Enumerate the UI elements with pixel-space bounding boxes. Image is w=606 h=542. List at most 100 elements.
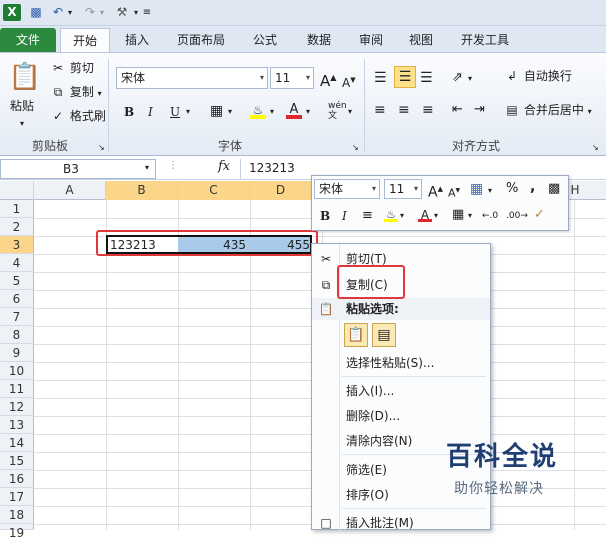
align-middle-icon[interactable]: ☰: [394, 66, 416, 88]
mini-number-dropdown-icon[interactable]: ▾: [488, 182, 492, 200]
customize-qat-icon[interactable]: ≡: [142, 4, 152, 21]
tab-home[interactable]: 开始: [60, 28, 110, 52]
row-header[interactable]: 19: [0, 524, 34, 540]
menu-item-insert-comment[interactable]: □ 插入批注(M): [312, 512, 490, 534]
font-color-dropdown-icon[interactable]: ▾: [306, 103, 310, 121]
underline-button[interactable]: U: [170, 103, 180, 121]
row-header[interactable]: 17: [0, 488, 34, 506]
clipboard-launcher-icon[interactable]: ↘: [98, 139, 105, 157]
undo-dropdown-icon[interactable]: ▾: [66, 4, 74, 21]
underline-dropdown-icon[interactable]: ▾: [186, 103, 190, 121]
paste-icon[interactable]: 📋: [8, 57, 42, 97]
mini-decrease-decimal-icon[interactable]: .00→: [506, 207, 528, 225]
mini-center-icon[interactable]: ≡: [362, 207, 373, 225]
splitter-icon[interactable]: ⋮: [168, 160, 178, 178]
mini-font-color-button[interactable]: A: [418, 206, 432, 222]
phonetic-icon[interactable]: wén 文: [328, 101, 347, 121]
mini-increase-decimal-icon[interactable]: ←.0: [482, 207, 498, 225]
menu-item-delete[interactable]: 删除(D)...: [312, 405, 490, 427]
column-header-d[interactable]: D: [250, 181, 312, 200]
orientation-icon[interactable]: ⇗: [452, 69, 463, 87]
undo-icon[interactable]: ↶: [50, 4, 66, 21]
copy-button[interactable]: ⧉ 复制 ▾: [50, 83, 102, 103]
row-header[interactable]: 10: [0, 362, 34, 380]
tool-dropdown-icon[interactable]: ▾: [132, 4, 140, 21]
row-header[interactable]: 2: [0, 218, 34, 236]
mini-format-table-icon[interactable]: ▩: [548, 180, 560, 198]
row-header[interactable]: 3: [0, 236, 34, 254]
font-size-combo[interactable]: 11 ▾: [270, 67, 314, 89]
row-header[interactable]: 18: [0, 506, 34, 524]
tab-insert[interactable]: 插入: [114, 28, 160, 52]
tab-page-layout[interactable]: 页面布局: [168, 28, 234, 52]
mini-borders-dropdown-icon[interactable]: ▾: [468, 207, 472, 225]
paste-option-icon[interactable]: 📋: [344, 323, 368, 347]
font-launcher-icon[interactable]: ↘: [352, 139, 359, 157]
row-header[interactable]: 6: [0, 290, 34, 308]
mini-fill-dropdown-icon[interactable]: ▾: [400, 207, 404, 225]
mini-format-painter-icon[interactable]: ✓: [534, 206, 545, 224]
tab-formulas[interactable]: 公式: [242, 28, 288, 52]
font-color-button[interactable]: A: [286, 101, 302, 119]
font-name-combo[interactable]: 宋体 ▾: [116, 67, 268, 89]
tab-view[interactable]: 视图: [398, 28, 444, 52]
excel-icon[interactable]: X: [3, 4, 21, 21]
tab-review[interactable]: 审阅: [348, 28, 394, 52]
align-top-icon[interactable]: ☰: [374, 69, 387, 87]
mini-percent-button[interactable]: %: [506, 180, 518, 198]
decrease-indent-icon[interactable]: ⇤: [452, 101, 463, 119]
format-painter-button[interactable]: ✓ 格式刷: [50, 107, 106, 125]
name-box[interactable]: B3 ▾: [0, 159, 156, 179]
italic-button[interactable]: I: [148, 103, 153, 121]
merge-center-button[interactable]: ▤ 合并后居中 ▾: [504, 101, 591, 121]
save-icon[interactable]: ▩: [28, 4, 44, 21]
tab-developer[interactable]: 开发工具: [452, 28, 518, 52]
paste-button[interactable]: 粘贴: [10, 97, 34, 115]
row-header[interactable]: 7: [0, 308, 34, 326]
insert-function-button[interactable]: fx: [218, 159, 230, 174]
grow-font-button[interactable]: A▲: [320, 69, 336, 90]
cut-button[interactable]: ✂ 剪切: [50, 59, 94, 77]
alignment-launcher-icon[interactable]: ↘: [592, 139, 599, 157]
column-header-b[interactable]: B: [106, 181, 178, 200]
phonetic-dropdown-icon[interactable]: ▾: [348, 103, 352, 121]
mini-comma-button[interactable]: ,: [530, 178, 535, 196]
row-header[interactable]: 13: [0, 416, 34, 434]
align-bottom-icon[interactable]: ☰: [420, 69, 433, 87]
align-center-icon[interactable]: ≡: [398, 101, 410, 119]
mini-bold-button[interactable]: B: [320, 207, 330, 225]
fill-dropdown-icon[interactable]: ▾: [270, 103, 274, 121]
row-header[interactable]: 14: [0, 434, 34, 452]
tab-file[interactable]: 文件: [0, 28, 56, 52]
row-header[interactable]: 11: [0, 380, 34, 398]
wrap-text-button[interactable]: ↲ 自动换行: [504, 67, 572, 85]
borders-icon[interactable]: ▦: [210, 102, 223, 120]
mini-font-color-dropdown-icon[interactable]: ▾: [434, 207, 438, 225]
orientation-dropdown-icon[interactable]: ▾: [468, 70, 472, 88]
menu-item-paste-special[interactable]: 选择性粘贴(S)...: [312, 352, 490, 374]
tool-icon[interactable]: ⚒: [114, 4, 130, 21]
mini-italic-button[interactable]: I: [342, 207, 347, 225]
row-header[interactable]: 15: [0, 452, 34, 470]
borders-dropdown-icon[interactable]: ▾: [228, 103, 232, 121]
bold-button[interactable]: B: [124, 103, 134, 121]
align-right-icon[interactable]: ≡: [422, 101, 434, 119]
mini-font-combo[interactable]: 宋体 ▾: [314, 179, 380, 199]
mini-shrink-font-button[interactable]: A▼: [448, 182, 460, 203]
redo-dropdown-icon[interactable]: ▾: [98, 4, 106, 21]
mini-borders-icon[interactable]: ▦: [452, 206, 464, 224]
paste-values-icon[interactable]: ▤: [372, 323, 396, 347]
row-header[interactable]: 1: [0, 200, 34, 218]
tab-data[interactable]: 数据: [296, 28, 342, 52]
row-header[interactable]: 9: [0, 344, 34, 362]
fill-color-button[interactable]: ♨: [250, 101, 266, 119]
column-header-c[interactable]: C: [178, 181, 250, 200]
mini-number-format-icon[interactable]: ▦: [470, 180, 483, 198]
mini-size-combo[interactable]: 11 ▾: [384, 179, 422, 199]
mini-fill-button[interactable]: ♨: [384, 206, 398, 222]
row-header[interactable]: 12: [0, 398, 34, 416]
menu-item-insert[interactable]: 插入(I)...: [312, 380, 490, 402]
row-header[interactable]: 4: [0, 254, 34, 272]
row-header[interactable]: 8: [0, 326, 34, 344]
row-header[interactable]: 16: [0, 470, 34, 488]
